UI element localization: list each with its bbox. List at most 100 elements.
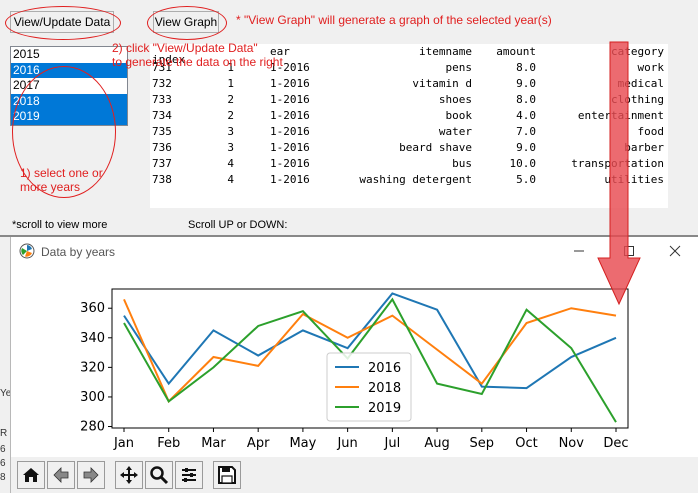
x-tick-label: Mar [201, 436, 226, 451]
x-tick-label: Aug [424, 436, 449, 451]
year-item-2018[interactable]: 2018 [11, 93, 127, 110]
pan-icon[interactable] [115, 461, 143, 489]
x-tick-label: Oct [515, 436, 537, 451]
left-edge-fragment-4: 6 [0, 458, 6, 469]
legend-label-2019: 2019 [368, 401, 401, 416]
back-icon[interactable] [47, 461, 75, 489]
y-tick-label: 320 [80, 360, 105, 375]
x-tick-label: Dec [603, 436, 628, 451]
cell-month: 1 [227, 77, 234, 90]
save-icon[interactable] [213, 461, 241, 489]
y-tick-label: 360 [80, 301, 105, 316]
cell-year: 1-2016 [270, 141, 310, 154]
x-tick-label: May [289, 436, 316, 451]
cell-month: 4 [227, 173, 234, 186]
home-icon[interactable] [17, 461, 45, 489]
click-instruction-note-line2: to generate the data on the right [112, 55, 283, 69]
cell-month: 3 [227, 125, 234, 138]
configure-subplots-icon[interactable] [175, 461, 203, 489]
x-tick-label: Apr [247, 436, 270, 451]
cell-year: 1-2016 [270, 109, 310, 122]
cell-itemname: vitamin d [412, 77, 472, 90]
cell-year: 1-2016 [270, 125, 310, 138]
cell-itemname: shoes [438, 93, 472, 106]
view-update-data-button[interactable]: View/Update Data [10, 11, 114, 33]
table-row[interactable]: 73421-2016book4.0entertainment [150, 108, 668, 124]
cell-amount: 7.0 [516, 125, 536, 138]
cell-idx: 735 [152, 125, 172, 138]
minimize-icon[interactable] [571, 243, 587, 259]
table-row[interactable]: 735 3 1-2016 water 7.0 food [150, 124, 668, 140]
scroll-note: *scroll to view more [12, 219, 108, 231]
select-years-note-line2: more years [20, 180, 81, 194]
zoom-icon[interactable] [145, 461, 173, 489]
table-body: 731 1 1-2016 pens 8.0 work 732 1 1-2016 vitamin d… [150, 60, 668, 188]
table-row[interactable]: 736 3 1-2016 beard shave 9.0 barber [150, 140, 668, 156]
cell-idx: 734 [152, 109, 172, 122]
figure-title: Data by years [41, 245, 116, 259]
cell-amount: 5.0 [516, 173, 536, 186]
y-tick-label: 340 [80, 331, 105, 346]
left-edge-fragment-2: R [0, 428, 8, 439]
table-row[interactable]: 732 1 1-2016 vitamin d 9.0 medical [150, 76, 668, 92]
graph-instruction-note: * "View Graph" will generate a graph of … [236, 13, 552, 27]
legend-label-2018: 2018 [368, 381, 401, 396]
table-row[interactable]: 73741-2016bus10.0transportation [150, 156, 668, 172]
forward-icon[interactable] [77, 461, 105, 489]
y-tick-label: 280 [80, 420, 105, 435]
cell-month: 2 [227, 93, 234, 106]
left-edge-fragment-1: Ye [0, 388, 12, 399]
year-listbox[interactable]: 2015 2016 2017 2018 2019 [10, 46, 128, 126]
cell-itemname: beard shave [399, 141, 472, 154]
cell-idx: 732 [152, 77, 172, 90]
cell-idx: 736 [152, 141, 172, 154]
legend-label-2016: 2016 [368, 361, 401, 376]
matplotlib-icon [19, 243, 35, 259]
cell-amount: 9.0 [516, 77, 536, 90]
cell-amount: 10.0 [509, 157, 537, 170]
cell-amount: 9.0 [516, 141, 536, 154]
year-item-2017[interactable]: 2017 [11, 78, 127, 94]
cell-year: 1-2016 [270, 93, 310, 106]
cell-month: 2 [227, 109, 234, 122]
cell-itemname: book [445, 109, 473, 122]
cell-amount: 8.0 [516, 61, 536, 74]
cell-year: 1-2016 [270, 157, 310, 170]
click-instruction-note: 2) click "View/Update Data" to generate … [112, 41, 283, 69]
table-row[interactable]: 738 4 1-2016 washing detergent 5.0 utilities [150, 172, 668, 188]
navigation-toolbar [11, 457, 698, 493]
cell-amount: 8.0 [516, 93, 536, 106]
left-edge-fragment-5: 8 [0, 472, 6, 483]
left-edge-fragment-3: 6 [0, 444, 6, 455]
select-years-note-line1: 1) select one or [20, 166, 103, 180]
year-item-2019[interactable]: 2019 [11, 109, 127, 125]
x-tick-label: Nov [559, 436, 585, 451]
cell-year: 1-2016 [270, 173, 310, 186]
y-tick-label: 300 [80, 390, 105, 405]
scroll-up-down-label: Scroll UP or DOWN: [188, 219, 288, 231]
cell-idx: 738 [152, 173, 172, 186]
click-instruction-note-line1: 2) click "View/Update Data" [112, 41, 258, 55]
x-tick-label: Feb [157, 436, 180, 451]
view-graph-button[interactable]: View Graph [153, 11, 219, 33]
close-icon[interactable] [667, 243, 683, 259]
cell-itemname: washing detergent [359, 173, 472, 186]
cell-month: 3 [227, 141, 234, 154]
x-tick-label: Jul [384, 436, 401, 451]
cell-year: 1-2016 [270, 77, 310, 90]
cell-idx: 733 [152, 93, 172, 106]
cell-itemname: pens [445, 61, 473, 74]
cell-itemname: water [438, 125, 472, 138]
x-tick-label: Sep [470, 436, 495, 451]
x-tick-label: Jun [336, 436, 357, 451]
select-years-note: 1) select one or more years [20, 166, 118, 194]
x-tick-label: Jan [113, 436, 134, 451]
cell-month: 4 [227, 157, 234, 170]
cell-itemname: bus [452, 157, 472, 170]
cell-idx: 737 [152, 157, 172, 170]
table-row[interactable]: 733 2 1-2016 shoes 8.0 clothing [150, 92, 668, 108]
red-arrow-annotation [597, 41, 641, 306]
cell-amount: 4.0 [516, 109, 536, 122]
year-item-2016[interactable]: 2016 [11, 62, 127, 79]
year-item-2015[interactable]: 2015 [11, 47, 127, 63]
